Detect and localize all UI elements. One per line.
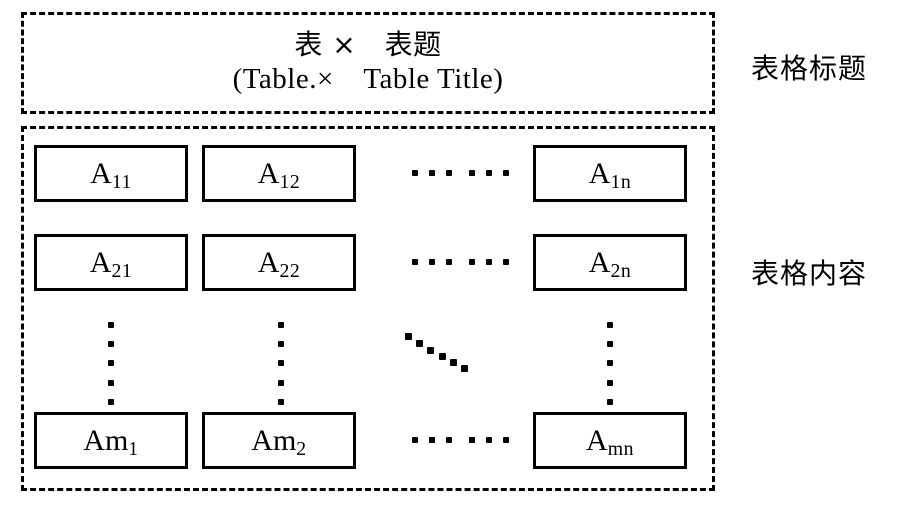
ellipsis-dot-group xyxy=(469,259,509,265)
row-ellipsis-r1 xyxy=(412,170,509,176)
table-cell-label: Am2 xyxy=(251,423,307,460)
diagram-canvas: 表 × 表题 (Table.× Table Title) A11 A12 A1n… xyxy=(0,0,897,506)
row-ellipsis-r4 xyxy=(412,437,509,443)
ellipsis-dot-group xyxy=(412,259,452,265)
ellipsis-dot-group xyxy=(469,170,509,176)
table-cell-r4c1: Am1 xyxy=(34,412,188,469)
annotation-label-table-content: 表格内容 xyxy=(751,257,868,290)
caption-line-chinese: 表 × 表题 xyxy=(294,27,442,61)
column-ellipsis-c2 xyxy=(278,322,284,424)
column-ellipsis-c3 xyxy=(607,322,613,424)
annotation-label-table-caption: 表格标题 xyxy=(751,52,868,85)
table-cell-r4c2: Am2 xyxy=(202,412,356,469)
table-caption-text: 表 × 表题 (Table.× Table Title) xyxy=(21,12,715,114)
ellipsis-dot-group xyxy=(412,170,452,176)
table-cell-label: A1n xyxy=(588,156,632,193)
table-cell-r2c1: A21 xyxy=(34,234,188,291)
table-cell-label: A11 xyxy=(90,156,132,193)
caption-line-english: (Table.× Table Title) xyxy=(232,63,504,96)
diagonal-ellipsis xyxy=(405,328,475,378)
table-cell-label: A12 xyxy=(257,156,301,193)
table-cell-label: A22 xyxy=(257,245,301,282)
table-cell-r4c3: Amn xyxy=(533,412,687,469)
table-cell-r1c2: A12 xyxy=(202,145,356,202)
table-cell-label: Amn xyxy=(586,423,634,460)
table-cell-label: Am1 xyxy=(83,423,139,460)
table-cell-label: A2n xyxy=(588,245,632,282)
ellipsis-dot-group xyxy=(108,322,114,366)
table-cell-r2c2: A22 xyxy=(202,234,356,291)
table-cell-r1c1: A11 xyxy=(34,145,188,202)
ellipsis-dot-group xyxy=(412,437,452,443)
table-cell-label: A21 xyxy=(89,245,133,282)
ellipsis-dot-group xyxy=(278,322,284,366)
column-ellipsis-c1 xyxy=(108,322,114,424)
row-ellipsis-r2 xyxy=(412,259,509,265)
ellipsis-dot-group xyxy=(607,322,613,366)
table-cell-r1c3: A1n xyxy=(533,145,687,202)
ellipsis-dot-group xyxy=(469,437,509,443)
table-cell-r2c3: A2n xyxy=(533,234,687,291)
